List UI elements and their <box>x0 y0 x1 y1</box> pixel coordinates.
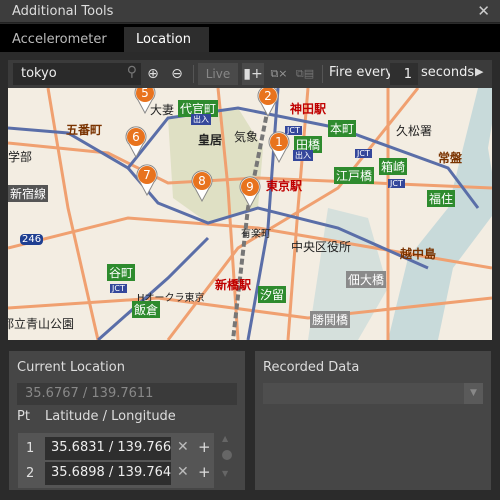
point-coord-input[interactable]: 35.6831 / 139.7662 <box>45 437 171 460</box>
recorded-data-panel: Recorded Data ▼ <box>255 351 491 490</box>
play-icon[interactable]: ▶ <box>475 65 483 78</box>
marker-number: 1 <box>275 135 283 149</box>
clear-points-icon[interactable]: ⧉× <box>268 63 290 85</box>
map-view[interactable]: 五番町 代官町 大妻 皇居 学部 気象 新宿線 神田駅 本町 田橋 久松署 常盤… <box>8 88 492 340</box>
interval-input[interactable]: 1 <box>390 63 418 85</box>
marker-number: 9 <box>246 180 254 194</box>
point-number: 1 <box>26 441 35 456</box>
chevron-down-icon[interactable]: ▼ <box>464 383 483 404</box>
point-coord-input[interactable]: 35.6898 / 139.7643 <box>45 462 171 485</box>
pt-header: Pt <box>17 409 30 424</box>
map-label: 学部 <box>8 150 33 164</box>
map-label: 神田駅 <box>290 102 327 116</box>
map-marker-1[interactable]: 1 <box>267 131 291 164</box>
scrollbar-thumb[interactable] <box>222 450 232 460</box>
save-route-icon[interactable]: ⧉▤ <box>294 63 316 85</box>
search-input[interactable]: tokyo ⚲ <box>13 63 141 85</box>
current-location-title: Current Location <box>17 360 125 375</box>
map-label: 中央区役所 <box>291 240 352 254</box>
map-label: 本町 <box>328 120 357 137</box>
map-label: 谷町 <box>107 264 136 281</box>
live-button[interactable]: Live <box>198 63 238 85</box>
insert-point-icon[interactable]: + <box>198 463 211 481</box>
map-label: 勝鬨橋 <box>310 311 351 328</box>
delete-icon[interactable]: ✕ <box>177 464 189 480</box>
map-label: 箱崎 <box>379 158 408 175</box>
point-row: 1 35.6831 / 139.7662 ✕ + <box>18 437 214 461</box>
zoom-in-icon[interactable]: ⊕ <box>142 63 164 85</box>
jct-sign: JCT <box>110 284 127 293</box>
route-shield: 246 <box>20 234 44 245</box>
map-label: 新宿線 <box>8 185 49 202</box>
tab-accelerometer[interactable]: Accelerometer <box>0 27 119 52</box>
points-list: 1 35.6831 / 139.7662 ✕ + 2 35.6898 / 139… <box>18 433 214 488</box>
map-label: 新橋駅 <box>215 278 252 292</box>
scroll-up-icon[interactable]: ▲ <box>222 434 228 443</box>
map-marker-8[interactable]: 8 <box>190 170 214 203</box>
map-marker-2[interactable]: 2 <box>256 88 280 118</box>
current-location-panel: Current Location 35.6767 / 139.7611 Pt L… <box>9 351 245 490</box>
zoom-out-icon[interactable]: ⊖ <box>166 63 188 85</box>
map-label: 五番町 <box>66 123 103 137</box>
map-label: 皇居 <box>198 133 223 147</box>
map-label: 福住 <box>427 190 456 207</box>
map-label: 都立青山公園 <box>8 317 75 331</box>
close-icon[interactable]: ✕ <box>477 2 490 20</box>
recorded-data-select[interactable]: ▼ <box>263 383 483 404</box>
map-label: 汐留 <box>258 286 287 303</box>
map-label: 佃大橋 <box>346 271 387 288</box>
map-marker-7[interactable]: 7 <box>135 164 159 197</box>
marker-number: 6 <box>132 130 140 144</box>
point-row: 2 35.6898 / 139.7643 ✕ + <box>18 462 214 486</box>
divider <box>322 65 323 83</box>
search-icon[interactable]: ⚲ <box>127 64 137 80</box>
map-marker-9[interactable]: 9 <box>238 176 262 209</box>
window-title: Additional Tools <box>12 4 114 19</box>
map-label: 飯倉 <box>132 301 161 318</box>
map-marker-6[interactable]: 6 <box>124 126 148 159</box>
map-marker-5[interactable]: 5 <box>133 88 157 115</box>
map-label: 有楽町 <box>241 229 271 240</box>
marker-number: 2 <box>264 89 272 103</box>
tab-bar: Accelerometer Location <box>0 24 500 52</box>
tab-location[interactable]: Location <box>124 27 209 52</box>
coord-header: Latitude / Longitude <box>45 409 176 424</box>
search-value: tokyo <box>21 66 57 81</box>
title-bar: Additional Tools ✕ <box>0 0 500 23</box>
map-toolbar: tokyo ⚲ ⊕ ⊖ Live ▮+ ⧉× ⧉▤ Fire every 1 se… <box>8 60 492 88</box>
fire-every-label: Fire every <box>329 65 394 80</box>
map-label: 久松署 <box>396 124 433 138</box>
scroll-down-icon[interactable]: ▼ <box>222 469 228 478</box>
recorded-data-title: Recorded Data <box>263 360 360 375</box>
map-label: 越中島 <box>400 247 437 261</box>
map-label: 気象 <box>234 130 259 144</box>
marker-number: 8 <box>198 174 206 188</box>
jct-sign: JCT <box>388 179 405 188</box>
map-label: 江戸橋 <box>334 167 375 184</box>
current-location-field: 35.6767 / 139.7611 <box>17 383 237 405</box>
divider <box>193 65 194 83</box>
seconds-label: seconds <box>421 65 475 80</box>
insert-point-icon[interactable]: + <box>198 438 211 456</box>
jct-sign: JCT <box>355 149 372 158</box>
point-number: 2 <box>26 466 35 481</box>
map-label: 東京駅 <box>266 179 303 193</box>
exit-sign: 出入 <box>191 114 211 125</box>
exit-sign: 出入 <box>293 150 313 161</box>
map-label: 常盤 <box>438 151 463 165</box>
marker-number: 5 <box>141 88 149 100</box>
delete-icon[interactable]: ✕ <box>177 439 189 455</box>
marker-number: 7 <box>143 168 151 182</box>
add-point-icon[interactable]: ▮+ <box>242 63 264 85</box>
